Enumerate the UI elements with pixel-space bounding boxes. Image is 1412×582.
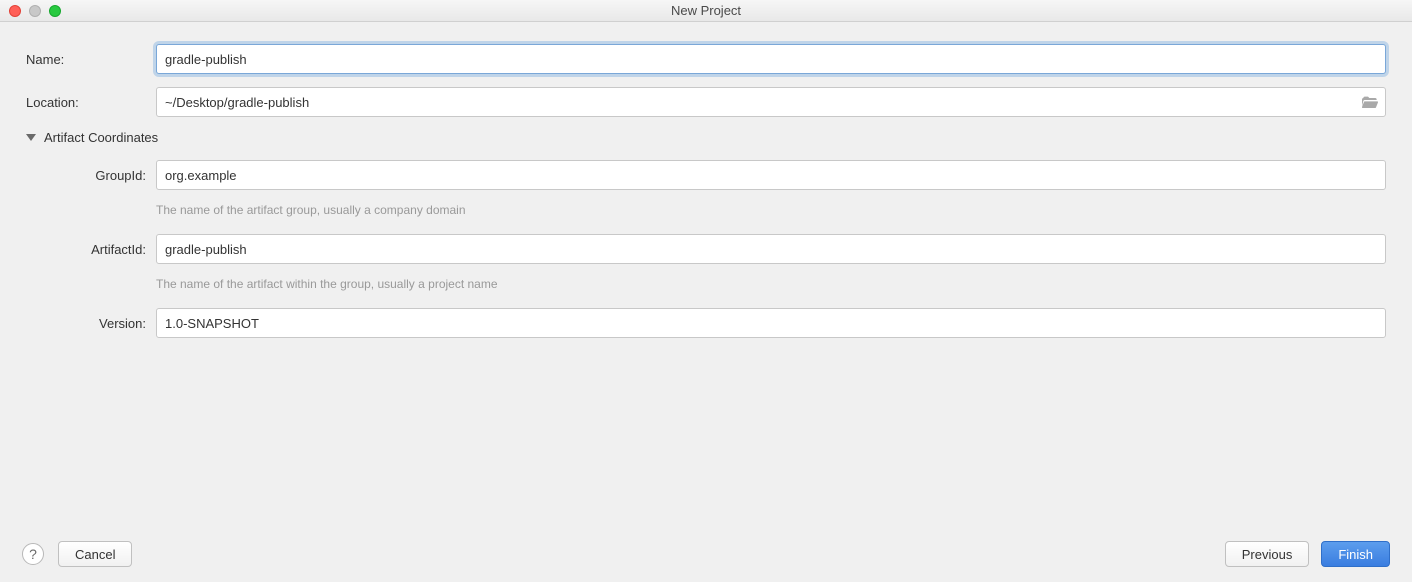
dialog-content: Name: Location: Artifact Coordinates Gro… (0, 22, 1412, 338)
location-label: Location: (26, 95, 156, 110)
version-row: Version: (26, 308, 1386, 338)
version-label: Version: (26, 316, 156, 331)
window-title: New Project (0, 3, 1412, 18)
groupid-input[interactable] (156, 160, 1386, 190)
help-button[interactable]: ? (22, 543, 44, 565)
dialog-footer: ? Cancel Previous Finish (0, 526, 1412, 582)
folder-open-icon[interactable] (1362, 95, 1378, 109)
titlebar: New Project (0, 0, 1412, 22)
previous-button[interactable]: Previous (1225, 541, 1310, 567)
artifactid-label: ArtifactId: (26, 242, 156, 257)
artifact-coordinates-section: Artifact Coordinates GroupId: The name o… (26, 130, 1386, 338)
cancel-button[interactable]: Cancel (58, 541, 132, 567)
finish-button[interactable]: Finish (1321, 541, 1390, 567)
groupid-label: GroupId: (26, 168, 156, 183)
location-row: Location: (26, 87, 1386, 117)
artifactid-row: ArtifactId: (26, 234, 1386, 264)
name-input[interactable] (156, 44, 1386, 74)
name-label: Name: (26, 52, 156, 67)
artifactid-helper: The name of the artifact within the grou… (156, 277, 1386, 291)
section-toggle[interactable]: Artifact Coordinates (26, 130, 1386, 145)
name-row: Name: (26, 44, 1386, 74)
artifactid-input[interactable] (156, 234, 1386, 264)
groupid-helper: The name of the artifact group, usually … (156, 203, 1386, 217)
version-input[interactable] (156, 308, 1386, 338)
section-title: Artifact Coordinates (44, 130, 158, 145)
groupid-row: GroupId: (26, 160, 1386, 190)
window-controls (0, 5, 61, 17)
location-input[interactable] (156, 87, 1386, 117)
maximize-icon[interactable] (49, 5, 61, 17)
help-icon: ? (29, 546, 37, 562)
chevron-down-icon (26, 134, 36, 141)
minimize-icon (29, 5, 41, 17)
close-icon[interactable] (9, 5, 21, 17)
